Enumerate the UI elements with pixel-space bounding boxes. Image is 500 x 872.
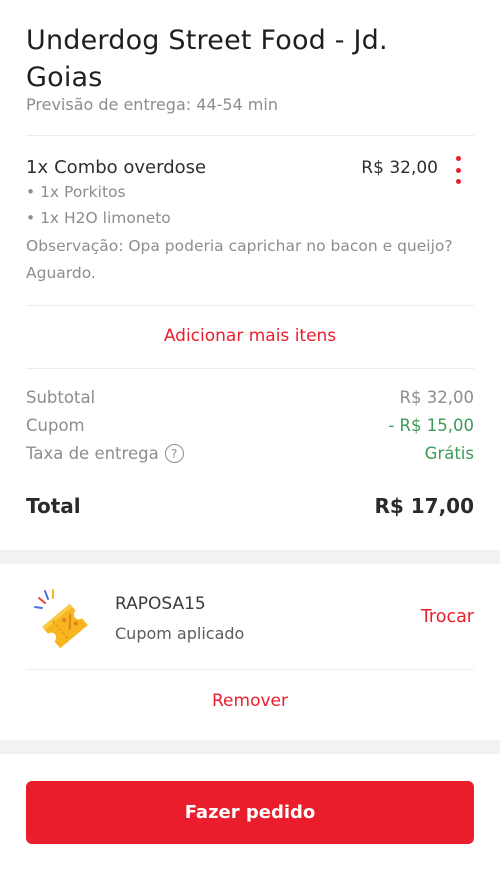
section-separator <box>0 740 500 754</box>
delivery-estimate: Previsão de entrega: 44-54 min <box>26 95 278 114</box>
coupon-status: Cupom aplicado <box>115 624 245 643</box>
divider <box>26 135 474 136</box>
delivery-fee-value: Grátis <box>424 444 474 463</box>
coupon-code: RAPOSA15 <box>115 594 206 614</box>
add-more-items-link[interactable]: Adicionar mais itens <box>0 326 500 346</box>
remove-coupon-button[interactable]: Remover <box>0 691 500 711</box>
total-label: Total <box>26 494 81 518</box>
delivery-fee-label: Taxa de entrega <box>26 444 159 463</box>
subtotal-value: R$ 32,00 <box>399 388 474 407</box>
store-name: Underdog Street Food - Jd. Goias <box>26 25 388 93</box>
item-price: R$ 32,00 <box>361 158 438 178</box>
item-options-menu-icon[interactable] <box>448 156 468 184</box>
item-quantity: 1x <box>26 157 49 178</box>
item-name: Combo overdose <box>54 157 207 178</box>
section-separator <box>0 550 500 564</box>
subtotal-label: Subtotal <box>26 388 96 407</box>
item-observation: Observação: Opa poderia caprichar no bac… <box>26 237 453 282</box>
delivery-fee-row: Taxa de entrega? <box>26 444 184 464</box>
place-order-button[interactable]: Fazer pedido <box>26 781 474 844</box>
divider <box>26 669 474 670</box>
change-coupon-button[interactable]: Trocar <box>421 607 474 627</box>
coupon-ticket-icon <box>34 589 88 649</box>
subitem-h2o: • 1x H2O limoneto <box>26 209 171 227</box>
coupon-label: Cupom <box>26 416 85 435</box>
total-value: R$ 17,00 <box>374 494 474 518</box>
divider <box>26 368 474 369</box>
item-title: 1x Combo overdose <box>26 157 206 178</box>
help-icon[interactable]: ? <box>164 444 184 463</box>
divider <box>26 305 474 306</box>
coupon-discount-value: - R$ 15,00 <box>388 416 474 435</box>
subitem-porkitos: • 1x Porkitos <box>26 183 126 201</box>
